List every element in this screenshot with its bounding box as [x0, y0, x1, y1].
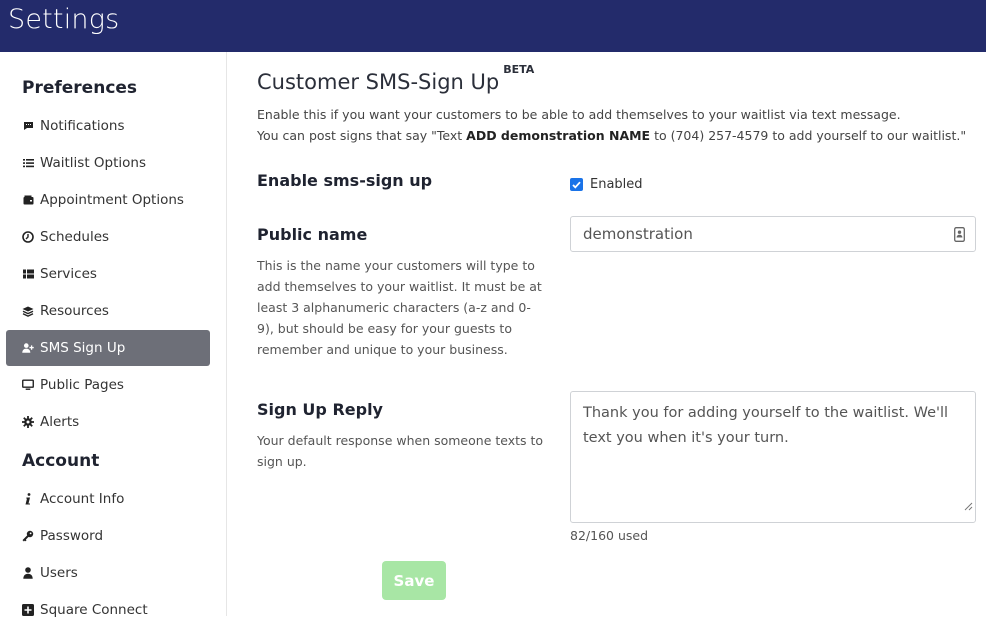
sidebar-item-resources[interactable]: Resources	[6, 293, 210, 329]
sidebar-item-label: Password	[40, 528, 104, 544]
preferences-section-title: Preferences	[22, 78, 138, 98]
sidebar-item-alerts[interactable]: Alerts	[6, 404, 210, 440]
key-icon	[22, 530, 34, 542]
sms-command-text: ADD demonstration NAME	[466, 128, 651, 143]
description-post: to (704) 257-4579 to add yourself to our…	[650, 128, 967, 143]
sidebar-item-label: Users	[40, 565, 78, 581]
sidebar-item-label: Appointment Options	[40, 192, 184, 208]
public-name-input[interactable]: demonstration	[570, 216, 976, 252]
description-pre: You can post signs that say "Text	[257, 128, 467, 143]
sidebar-item-label: Alerts	[40, 414, 80, 430]
sidebar-item-square-connect[interactable]: Square Connect	[6, 592, 210, 628]
sidebar-item-account-info[interactable]: Account Info	[6, 481, 210, 517]
layers-icon	[22, 305, 34, 317]
sidebar-item-notifications[interactable]: Notifications	[6, 108, 210, 144]
sign-up-reply-textarea[interactable]: Thank you for adding yourself to the wai…	[570, 391, 976, 523]
sidebar-item-password[interactable]: Password	[6, 518, 210, 554]
sidebar-item-label: Services	[40, 266, 97, 282]
top-header: Settings	[0, 0, 986, 52]
description-line-2: You can post signs that say "Text ADD de…	[257, 128, 966, 143]
sidebar-item-public-pages[interactable]: Public Pages	[6, 367, 210, 403]
sign-up-reply-label: Sign Up Reply	[257, 400, 383, 419]
enable-sms-label: Enable sms-sign up	[257, 171, 433, 190]
enabled-checkbox-group[interactable]: Enabled	[570, 177, 643, 192]
monitor-icon	[22, 379, 34, 391]
sidebar-item-sms-sign-up[interactable]: SMS Sign Up	[6, 330, 210, 366]
list-icon	[22, 157, 34, 169]
description-line-1: Enable this if you want your customers t…	[257, 107, 901, 122]
comment-icon	[22, 120, 34, 132]
page-header-title: Settings	[8, 4, 120, 35]
public-name-value: demonstration	[583, 225, 693, 243]
grid-list-icon	[22, 268, 34, 280]
sidebar-item-users[interactable]: Users	[6, 555, 210, 591]
reply-character-counter: 82/160 used	[570, 528, 649, 543]
public-name-help: This is the name your customers will typ…	[257, 258, 542, 357]
enabled-checkbox-label: Enabled	[590, 177, 643, 192]
sidebar-item-label: Public Pages	[40, 377, 124, 393]
contact-card-icon[interactable]	[954, 227, 965, 246]
beta-badge: BETA	[503, 63, 535, 76]
gear-icon	[22, 416, 34, 428]
save-button[interactable]: Save	[382, 561, 446, 600]
sidebar-item-waitlist-options[interactable]: Waitlist Options	[6, 145, 210, 181]
enabled-checkbox[interactable]	[570, 178, 583, 191]
account-section-title: Account	[22, 451, 100, 471]
wallet-icon	[22, 194, 34, 206]
sign-up-reply-value: Thank you for adding yourself to the wai…	[583, 405, 949, 446]
sidebar-item-label: Waitlist Options	[40, 155, 147, 171]
info-icon	[22, 493, 34, 505]
section-title-text: Customer SMS-Sign Up	[257, 70, 500, 94]
sidebar-item-label: Notifications	[40, 118, 125, 134]
sidebar-item-services[interactable]: Services	[6, 256, 210, 292]
sidebar-item-label: Resources	[40, 303, 109, 319]
sign-up-reply-help: Your default response when someone texts…	[257, 433, 544, 469]
sidebar-item-appointment-options[interactable]: Appointment Options	[6, 182, 210, 218]
sidebar-item-label: Schedules	[40, 229, 110, 245]
sidebar-item-schedules[interactable]: Schedules	[6, 219, 210, 255]
square-plus-icon	[22, 604, 34, 616]
user-icon	[22, 567, 34, 579]
user-plus-icon	[22, 342, 34, 354]
settings-sidebar: Preferences Notifications Waitlist Optio…	[0, 52, 227, 618]
clock-icon	[22, 231, 34, 243]
public-name-label: Public name	[257, 225, 368, 244]
resize-handle-icon[interactable]	[964, 495, 973, 520]
sidebar-item-label: SMS Sign Up	[40, 340, 126, 356]
section-title: Customer SMS-Sign UpBETA	[257, 63, 534, 94]
sidebar-item-label: Account Info	[40, 491, 125, 507]
